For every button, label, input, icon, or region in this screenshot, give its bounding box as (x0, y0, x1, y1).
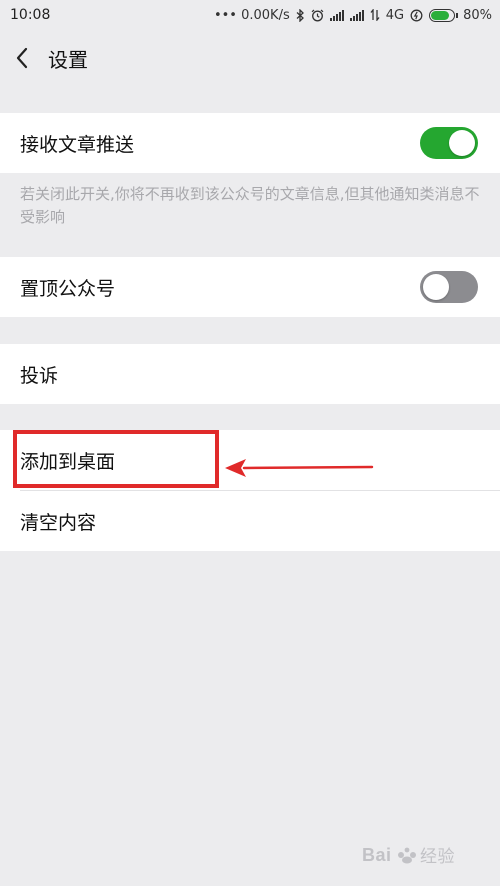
signal-icon (329, 9, 344, 21)
screen: 10:08 ••• 0.00K/s 4G 80% 设置 接收文章推送 若关闭此开… (0, 0, 500, 886)
push-setting-note: 若关闭此开关,你将不再收到该公众号的文章信息,但其他通知类消息不受影响 (20, 185, 480, 226)
status-time: 10:08 (10, 7, 51, 23)
battery-percent: 80% (463, 7, 492, 23)
annotation-arrow-icon (225, 459, 374, 477)
pin-setting-row: 置顶公众号 (0, 257, 500, 317)
nav-bar: 设置 (0, 30, 500, 86)
pin-toggle[interactable] (420, 271, 478, 303)
bluetooth-icon (296, 8, 305, 22)
battery-icon (429, 8, 459, 22)
baidu-jingyan-logo-icon: Bai 经验 (362, 845, 455, 867)
svg-text:经验: 经验 (420, 847, 455, 867)
push-toggle[interactable] (420, 127, 478, 159)
power-saving-icon (410, 9, 423, 22)
pin-group: 置顶公众号 (0, 257, 500, 317)
clear-content-label: 清空内容 (20, 511, 97, 534)
battery-fill (431, 10, 449, 20)
back-button[interactable] (0, 30, 44, 86)
network-type: 4G (385, 7, 405, 23)
network-speed: ••• 0.00K/s (213, 7, 290, 23)
complaint-label: 投诉 (20, 364, 59, 387)
push-setting-row: 接收文章推送 (0, 113, 500, 173)
clear-content-row[interactable]: 清空内容 (0, 491, 500, 551)
watermark-logo: Bai 经验 (362, 843, 480, 872)
page-title: 设置 (48, 47, 88, 72)
toggle-knob (449, 130, 475, 156)
status-icons: ••• 0.00K/s 4G 80% (214, 8, 492, 23)
signal-icon-2 (349, 9, 364, 21)
annotation-highlight-box (13, 430, 219, 488)
status-bar: 10:08 ••• 0.00K/s 4G 80% (0, 0, 500, 30)
data-transfer-icon (370, 9, 380, 21)
chevron-left-icon (16, 47, 28, 69)
push-setting-label: 接收文章推送 (20, 133, 135, 156)
alarm-icon (311, 9, 324, 22)
pin-setting-label: 置顶公众号 (20, 277, 116, 300)
complaint-row[interactable]: 投诉 (0, 344, 500, 404)
push-group: 接收文章推送 (0, 113, 500, 173)
toggle-knob (423, 274, 449, 300)
svg-text:Bai: Bai (362, 845, 392, 865)
complaint-group: 投诉 (0, 344, 500, 404)
